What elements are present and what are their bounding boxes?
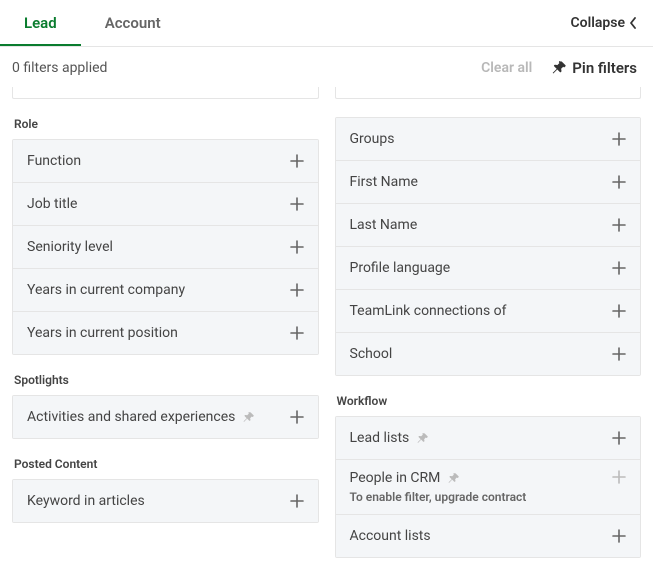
section-title-workflow: Workflow (337, 394, 642, 408)
filter-label: Years in current position (27, 325, 178, 341)
filter-first-name[interactable]: First Name (336, 161, 641, 204)
filter-label: Job title (27, 196, 77, 212)
plus-icon (290, 154, 304, 168)
plus-icon (612, 470, 626, 484)
filter-label: Activities and shared experiences (27, 409, 235, 425)
filter-groups[interactable]: Groups (336, 118, 641, 161)
filter-label: People in CRM (350, 470, 441, 486)
plus-icon (612, 261, 626, 275)
filter-seniority-level[interactable]: Seniority level (13, 226, 318, 269)
collapse-button[interactable]: Collapse (571, 15, 637, 31)
plus-icon (612, 175, 626, 189)
collapse-label: Collapse (571, 15, 625, 31)
pin-filters-button[interactable]: Pin filters (552, 59, 637, 77)
filter-keyword[interactable]: Keyword in articles (13, 480, 318, 522)
section-title-spotlights: Spotlights (14, 373, 319, 387)
filter-profile-language[interactable]: Profile language (336, 247, 641, 290)
plus-icon (290, 494, 304, 508)
filter-years-company[interactable]: Years in current company (13, 269, 318, 312)
filter-label: Function (27, 153, 81, 169)
section-title-role: Role (14, 117, 319, 131)
filter-label: Account lists (350, 528, 431, 544)
plus-icon (290, 410, 304, 424)
left-column: Role Function Job title Seniority level … (12, 87, 319, 558)
filter-lead-lists[interactable]: Lead lists (336, 417, 641, 460)
header-bar: Lead Account Collapse (0, 0, 653, 47)
filter-account-lists[interactable]: Account lists (336, 515, 641, 557)
filter-activities[interactable]: Activities and shared experiences (13, 396, 318, 438)
filter-job-title[interactable]: Job title (13, 183, 318, 226)
plus-icon (612, 304, 626, 318)
filter-subtext: To enable filter, upgrade contract (350, 490, 613, 504)
filter-people-crm: People in CRM To enable filter, upgrade … (336, 460, 641, 515)
filter-group-personal: Groups First Name Last Name Profile lang… (335, 117, 642, 376)
filter-label: First Name (350, 174, 418, 190)
filter-label: Last Name (350, 217, 418, 233)
filter-last-name[interactable]: Last Name (336, 204, 641, 247)
tab-account[interactable]: Account (81, 0, 185, 46)
plus-icon (612, 529, 626, 543)
filters-applied-count: 0 filters applied (12, 60, 107, 76)
pin-filters-label: Pin filters (572, 59, 637, 77)
tabs: Lead Account (0, 0, 185, 46)
plus-icon (612, 431, 626, 445)
right-column: Groups First Name Last Name Profile lang… (335, 87, 642, 558)
filter-label: Groups (350, 131, 395, 147)
partial-row-top-left (12, 87, 319, 99)
filter-label: Profile language (350, 260, 451, 276)
filter-function[interactable]: Function (13, 140, 318, 183)
filter-columns: Role Function Job title Seniority level … (0, 87, 653, 558)
pin-icon (417, 433, 428, 444)
filter-label: School (350, 346, 393, 362)
chevron-left-icon (629, 17, 637, 29)
pin-icon (243, 412, 254, 423)
filter-school[interactable]: School (336, 333, 641, 375)
filter-label: Seniority level (27, 239, 113, 255)
filter-group-role: Function Job title Seniority level Years… (12, 139, 319, 355)
plus-icon (290, 197, 304, 211)
filter-teamlink[interactable]: TeamLink connections of (336, 290, 641, 333)
filter-label: Lead lists (350, 430, 410, 446)
subheader-actions: Clear all Pin filters (481, 59, 637, 77)
plus-icon (612, 218, 626, 232)
plus-icon (290, 283, 304, 297)
filter-group-posted-content: Keyword in articles (12, 479, 319, 523)
tab-lead[interactable]: Lead (0, 0, 81, 46)
section-title-posted-content: Posted Content (14, 457, 319, 471)
plus-icon (612, 132, 626, 146)
filter-years-position[interactable]: Years in current position (13, 312, 318, 354)
pin-icon (552, 61, 566, 75)
filter-group-workflow: Lead lists People in CRM To enable filte… (335, 416, 642, 558)
filter-group-spotlights: Activities and shared experiences (12, 395, 319, 439)
pin-icon (448, 473, 459, 484)
filter-label: TeamLink connections of (350, 303, 507, 319)
plus-icon (612, 347, 626, 361)
subheader: 0 filters applied Clear all Pin filters (0, 47, 653, 87)
clear-all-button[interactable]: Clear all (481, 60, 532, 76)
filter-label: Keyword in articles (27, 493, 145, 509)
partial-row-top-right (335, 87, 642, 99)
plus-icon (290, 326, 304, 340)
plus-icon (290, 240, 304, 254)
filter-label: Years in current company (27, 282, 185, 298)
